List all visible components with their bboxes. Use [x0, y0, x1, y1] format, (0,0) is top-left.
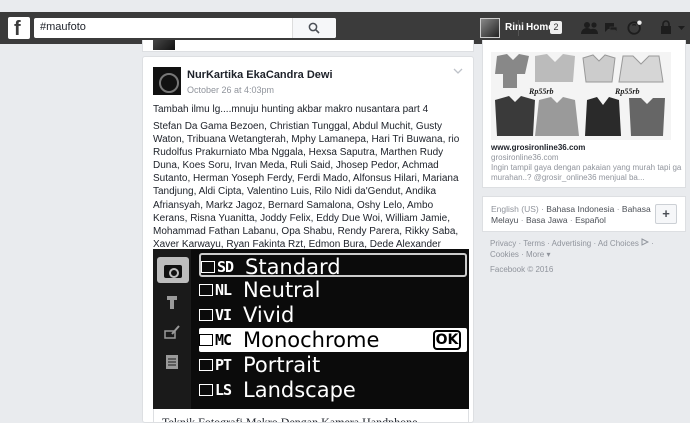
picture-control-item[interactable]: SD Standard	[199, 253, 467, 279]
post-tagged-people[interactable]: Stefan Da Gama Bezoen, Christian Tunggal…	[153, 120, 469, 251]
recent-settings-icon	[166, 355, 178, 369]
current-language: English (US)	[491, 204, 539, 214]
profile-name: Rini	[505, 22, 524, 33]
picture-control-label: Monochrome	[243, 328, 380, 352]
footer-links: Privacy · Terms · Advertising · Ad Choic…	[490, 238, 654, 259]
picture-control-icon	[201, 261, 215, 273]
picture-control-item[interactable]: LS Landscape	[199, 378, 467, 402]
facebook-logo[interactable]: f	[8, 17, 30, 40]
picture-control-label: Standard	[245, 255, 341, 279]
link-preview-caption[interactable]: Teknik Fotografi Makro Dengan Kamera Han…	[153, 409, 469, 423]
picture-control-code-text: SD	[217, 258, 234, 276]
home-count-badge: 2	[550, 21, 562, 34]
notifications-icon[interactable]	[626, 20, 644, 36]
search-icon	[308, 22, 320, 34]
footer-link-cookies[interactable]: Cookies	[490, 250, 519, 259]
pencil-icon	[164, 325, 180, 339]
picture-control-code: VI	[199, 305, 232, 325]
search-bar[interactable]: #maufoto	[34, 18, 336, 38]
picture-control-icon	[199, 384, 213, 396]
messages-icon[interactable]	[603, 20, 619, 36]
post-text: Tambah ilmu lg....mnuju hunting akbar ma…	[153, 104, 429, 115]
link-preview-title: Teknik Fotografi Makro Dengan Kamera Han…	[162, 415, 418, 423]
picture-control-label: Neutral	[243, 278, 321, 302]
copyright: Facebook © 2016	[490, 265, 554, 274]
ad-choices-icon	[641, 238, 650, 246]
search-button[interactable]	[292, 18, 336, 38]
language-link[interactable]: Español	[575, 215, 606, 225]
avatar	[480, 18, 500, 38]
picture-control-item[interactable]: PT Portrait	[199, 353, 467, 377]
post-image-camera-menu[interactable]: SD Standard NL Neutral VI Vivid MC Monochrome OK…	[153, 249, 469, 409]
friend-requests-icon[interactable]	[580, 20, 600, 36]
privacy-lock-icon[interactable]	[660, 20, 672, 36]
language-selector: English (US) · Bahasa Indonesia · Bahasa…	[482, 196, 686, 232]
ad-description: Ingin tampil gaya dengan pakaian yang mu…	[491, 163, 682, 182]
picture-control-code-text: NL	[215, 281, 232, 299]
picture-control-item[interactable]: VI Vivid	[199, 303, 467, 327]
picture-control-code: SD	[201, 257, 234, 277]
picture-control-label: Landscape	[243, 378, 356, 402]
picture-control-icon	[199, 359, 213, 371]
nav-divider	[518, 20, 519, 36]
picture-control-label: Portrait	[243, 353, 321, 377]
add-language-button[interactable]: +	[655, 204, 677, 224]
picture-control-code-text: LS	[215, 381, 232, 399]
ad-price-label: Rp55rb	[528, 87, 553, 96]
news-feed-post: NurKartika EkaCandra Dewi October 26 at …	[142, 56, 474, 423]
previous-post-thumbnail	[153, 40, 175, 50]
picture-control-code-text: MC	[215, 331, 232, 349]
camera-menu-sidebar	[153, 249, 191, 409]
post-author[interactable]: NurKartika EkaCandra Dewi	[187, 69, 333, 81]
picture-control-icon	[199, 334, 213, 346]
previous-post-edge	[142, 40, 474, 52]
footer-link-more[interactable]: More	[526, 250, 544, 259]
ad-domain: grosironline36.com	[491, 153, 559, 162]
language-link[interactable]: Basa Jawa	[526, 215, 568, 225]
footer-link-advertising[interactable]: Advertising	[552, 239, 592, 248]
footer-link-privacy[interactable]: Privacy	[490, 239, 516, 248]
ok-button: OK	[433, 330, 461, 350]
picture-control-code-text: PT	[215, 356, 232, 374]
sponsored-ad[interactable]: Rp55rb Rp55rb www.grosironline36.com gro…	[482, 40, 686, 188]
language-list: English (US) · Bahasa Indonesia · Bahasa…	[491, 204, 651, 225]
wrench-icon	[167, 296, 177, 309]
ad-price-label: Rp55rb	[614, 87, 639, 96]
picture-control-code: MC	[199, 330, 232, 350]
post-options-chevron-icon[interactable]	[453, 67, 463, 75]
post-timestamp[interactable]: October 26 at 4:03pm	[187, 85, 274, 95]
language-link[interactable]: Bahasa Indonesia	[546, 204, 614, 214]
picture-control-icon	[199, 284, 213, 296]
picture-control-item[interactable]: MC Monochrome OK	[199, 328, 467, 352]
picture-control-code: NL	[199, 280, 232, 300]
footer-link-ad-choices[interactable]: Ad Choices	[598, 239, 639, 248]
footer-link-terms[interactable]: Terms	[523, 239, 545, 248]
chevron-down-icon[interactable]	[677, 20, 686, 36]
search-input[interactable]: #maufoto	[40, 21, 86, 33]
picture-control-code: LS	[199, 380, 232, 400]
picture-control-code: PT	[199, 355, 232, 375]
picture-control-item[interactable]: NL Neutral	[199, 278, 467, 302]
author-avatar[interactable]	[153, 67, 181, 95]
picture-control-icon	[199, 309, 213, 321]
ad-clothing-collage: Rp55rb Rp55rb	[491, 52, 671, 140]
logo-letter: f	[14, 18, 21, 40]
ad-image[interactable]: Rp55rb Rp55rb	[491, 52, 671, 140]
ad-url[interactable]: www.grosironline36.com	[491, 143, 585, 152]
camera-icon	[157, 257, 189, 283]
picture-control-label: Vivid	[243, 303, 295, 327]
picture-control-code-text: VI	[215, 306, 232, 324]
